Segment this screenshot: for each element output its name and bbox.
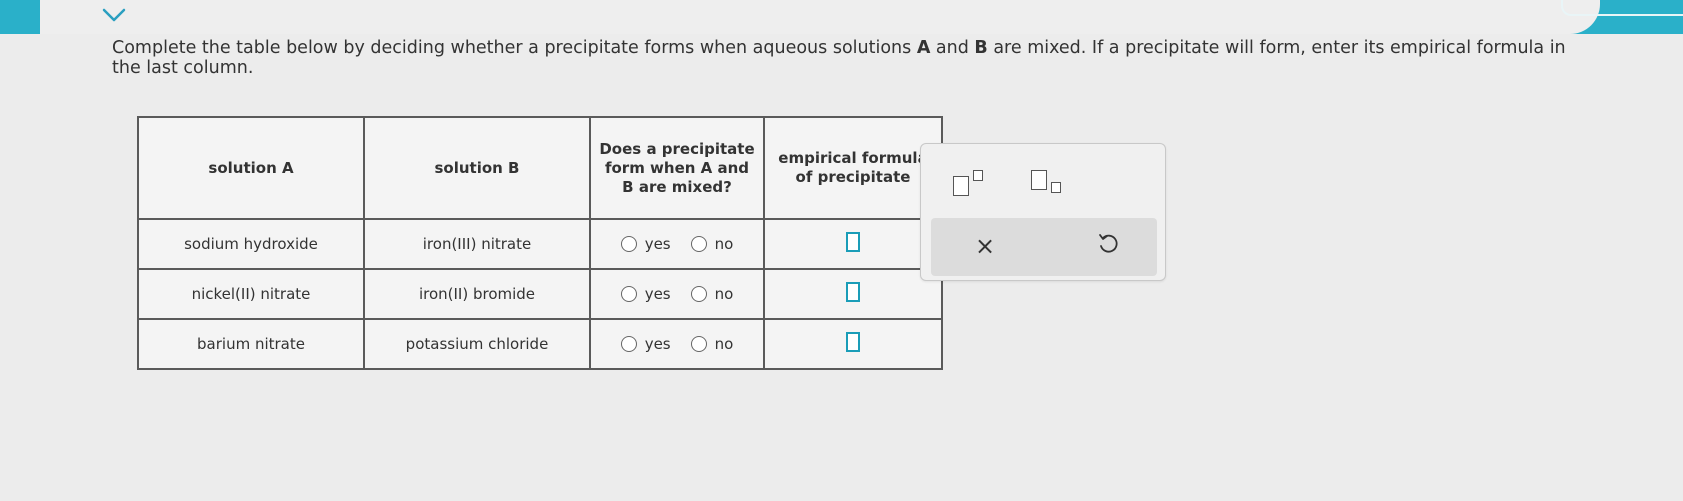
subscript-box-icon bbox=[1051, 182, 1061, 193]
radio-circle[interactable] bbox=[620, 286, 637, 302]
radio-no-label: no bbox=[714, 235, 734, 253]
radio-circle[interactable] bbox=[690, 236, 707, 252]
cell-precipitate-choice: yes no bbox=[589, 218, 765, 270]
header-precipitate-question: Does a precipitate form when A and B are… bbox=[589, 116, 765, 220]
superscript-box-icon bbox=[973, 170, 983, 181]
chevron-down-icon bbox=[102, 8, 126, 22]
formula-input[interactable] bbox=[846, 282, 860, 302]
subscript-button[interactable] bbox=[1029, 166, 1073, 194]
palette-template-row bbox=[921, 160, 1165, 200]
cell-solution-a: barium nitrate bbox=[137, 318, 365, 370]
radio-circle[interactable] bbox=[690, 286, 707, 302]
cell-precipitate-choice: yes no bbox=[589, 318, 765, 370]
instructions-a: A bbox=[916, 38, 931, 58]
radio-no[interactable]: no bbox=[690, 335, 734, 353]
precipitate-table: solution A solution B Does a precipitate… bbox=[137, 116, 943, 370]
top-bar-right-tab bbox=[1561, 0, 1683, 16]
cell-solution-b: iron(II) bromide bbox=[363, 268, 591, 320]
cell-solution-a: sodium hydroxide bbox=[137, 218, 365, 270]
cell-solution-b: iron(III) nitrate bbox=[363, 218, 591, 270]
subscript-icon bbox=[1031, 170, 1047, 190]
table-row: nickel(II) nitrate iron(II) bromide yes … bbox=[137, 268, 943, 320]
table-header-row: solution A solution B Does a precipitate… bbox=[137, 116, 943, 220]
instructions-text: Complete the table below by deciding whe… bbox=[112, 38, 917, 58]
radio-group: yes no bbox=[592, 285, 762, 303]
cell-solution-a: nickel(II) nitrate bbox=[137, 268, 365, 320]
table-row: sodium hydroxide iron(III) nitrate yes n… bbox=[137, 218, 943, 270]
header-solution-a: solution A bbox=[137, 116, 365, 220]
instructions-and: and bbox=[930, 38, 975, 58]
undo-button[interactable] bbox=[1097, 232, 1119, 260]
radio-yes[interactable]: yes bbox=[620, 335, 671, 353]
radio-yes-label: yes bbox=[644, 335, 671, 353]
cell-formula bbox=[763, 268, 943, 320]
radio-no-label: no bbox=[714, 285, 734, 303]
radio-no-label: no bbox=[714, 335, 734, 353]
radio-group: yes no bbox=[592, 335, 762, 353]
clear-button[interactable]: × bbox=[975, 232, 995, 260]
radio-circle[interactable] bbox=[620, 236, 637, 252]
cell-solution-b: potassium chloride bbox=[363, 318, 591, 370]
cell-formula bbox=[763, 318, 943, 370]
formula-input[interactable] bbox=[846, 232, 860, 252]
radio-yes-label: yes bbox=[644, 285, 671, 303]
formula-palette: × bbox=[920, 143, 1166, 281]
header-solution-b: solution B bbox=[363, 116, 591, 220]
header-empirical-formula: empirical formula of precipitate bbox=[763, 116, 943, 220]
superscript-icon bbox=[953, 176, 969, 196]
radio-group: yes no bbox=[592, 235, 762, 253]
radio-yes[interactable]: yes bbox=[620, 285, 671, 303]
palette-action-row: × bbox=[931, 218, 1157, 276]
cell-precipitate-choice: yes no bbox=[589, 268, 765, 320]
question-instructions: Complete the table below by deciding whe… bbox=[112, 38, 1592, 78]
top-bar-tab bbox=[40, 0, 1600, 34]
radio-circle[interactable] bbox=[690, 336, 707, 352]
table-row: barium nitrate potassium chloride yes no bbox=[137, 318, 943, 370]
radio-yes-label: yes bbox=[644, 235, 671, 253]
radio-circle[interactable] bbox=[620, 336, 637, 352]
radio-yes[interactable]: yes bbox=[620, 235, 671, 253]
formula-input[interactable] bbox=[846, 332, 860, 352]
cell-formula bbox=[763, 218, 943, 270]
superscript-button[interactable] bbox=[951, 166, 995, 196]
collapse-button[interactable] bbox=[98, 2, 130, 28]
radio-no[interactable]: no bbox=[690, 285, 734, 303]
radio-no[interactable]: no bbox=[690, 235, 734, 253]
top-bar bbox=[0, 0, 1683, 34]
undo-icon bbox=[1099, 234, 1118, 253]
instructions-b: B bbox=[974, 38, 988, 58]
